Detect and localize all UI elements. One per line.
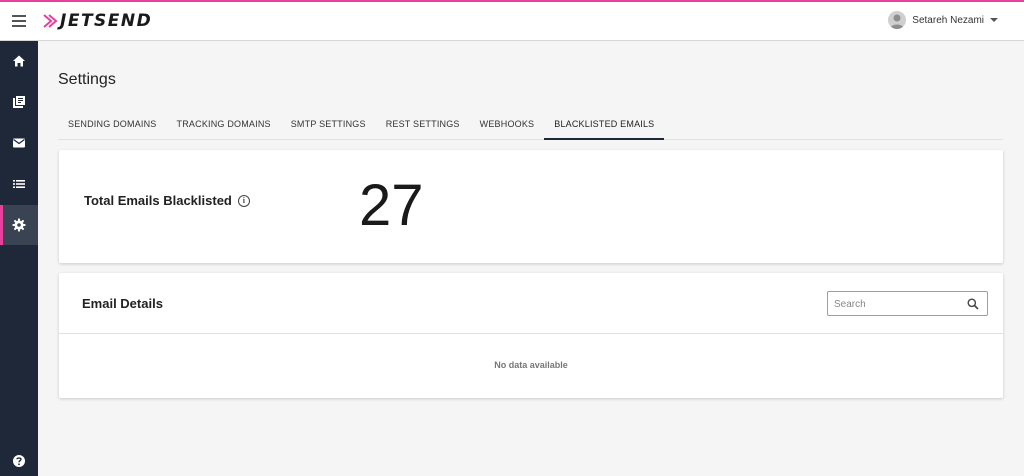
total-blacklisted-count: 27 (359, 173, 424, 238)
library-icon (13, 96, 25, 108)
tab-sending-domains[interactable]: SENDING DOMAINS (58, 110, 167, 140)
sidebar-item-library[interactable] (0, 82, 38, 122)
logo-text: JETSEND (60, 11, 153, 31)
total-blacklisted-label: Total Emails Blacklisted i (84, 193, 250, 208)
chevron-down-icon (990, 18, 998, 22)
blacklist-summary-card: Total Emails Blacklisted i 27 (59, 150, 1003, 263)
search-box (827, 291, 988, 316)
sidebar-item-list[interactable] (0, 164, 38, 204)
tab-webhooks[interactable]: WEBHOOKS (470, 110, 545, 140)
sidebar-item-help[interactable] (0, 441, 38, 476)
sidebar-item-settings[interactable] (0, 205, 38, 245)
email-details-card: Email Details No data available (59, 273, 1003, 398)
sidebar-item-mail[interactable] (0, 123, 38, 163)
avatar (888, 11, 907, 29)
info-icon[interactable]: i (237, 194, 250, 207)
gear-icon (12, 218, 26, 232)
sidebar-item-home[interactable] (0, 41, 38, 81)
mail-icon (13, 138, 25, 148)
user-name: Setareh Nezami (912, 14, 984, 26)
menu-icon[interactable] (11, 13, 27, 29)
home-icon (13, 55, 25, 67)
list-icon (13, 180, 25, 188)
logo[interactable]: JETSEND (42, 9, 152, 33)
tab-rest-settings[interactable]: REST SETTINGS (376, 110, 470, 140)
tab-tracking-domains[interactable]: TRACKING DOMAINS (167, 110, 281, 140)
logo-mark-icon (43, 14, 58, 28)
search-input[interactable] (834, 296, 959, 312)
tab-smtp-settings[interactable]: SMTP SETTINGS (281, 110, 376, 140)
settings-tabs: SENDING DOMAINS TRACKING DOMAINS SMTP SE… (58, 110, 1003, 140)
empty-state-message: No data available (494, 360, 568, 370)
search-icon[interactable] (967, 298, 979, 310)
total-blacklisted-label-text: Total Emails Blacklisted (84, 193, 232, 208)
top-bar: JETSEND Setareh Nezami (0, 2, 1024, 41)
help-icon (13, 455, 25, 467)
sidebar (0, 41, 38, 476)
email-details-title: Email Details (82, 296, 163, 311)
page-title: Settings (58, 71, 116, 88)
tab-blacklisted-emails[interactable]: BLACKLISTED EMAILS (544, 110, 665, 140)
divider (59, 333, 1003, 334)
user-menu[interactable]: Setareh Nezami (888, 11, 998, 29)
